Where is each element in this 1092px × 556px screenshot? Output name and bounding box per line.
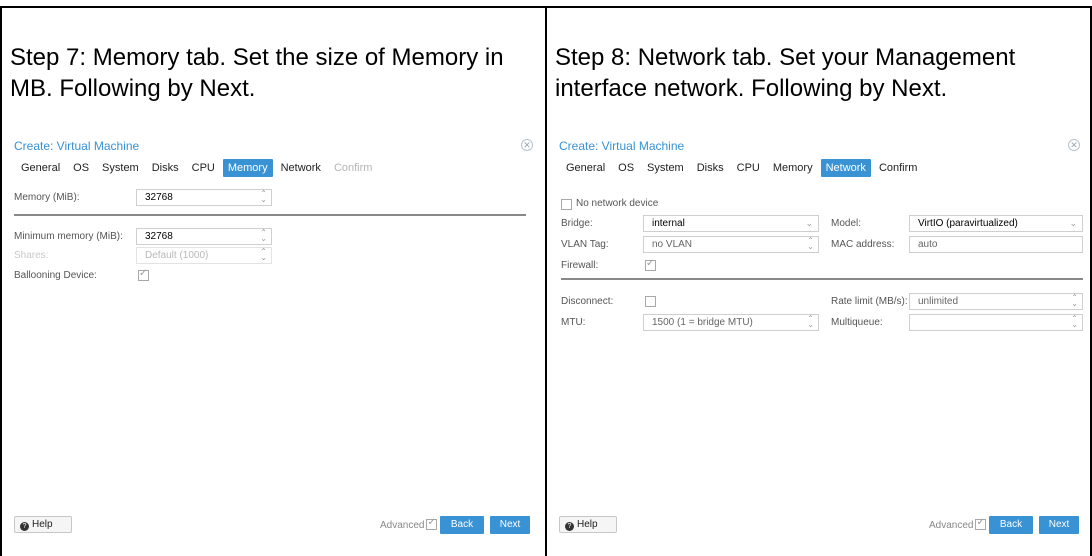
- separator: [561, 278, 1083, 280]
- bridge-select[interactable]: internal ⌄: [643, 215, 819, 232]
- dialog-title: Create: Virtual Machine: [559, 139, 685, 153]
- spinner-icon[interactable]: ⌃ ⌄: [260, 229, 267, 243]
- help-button[interactable]: ? Help: [559, 516, 617, 533]
- separator: [14, 214, 526, 216]
- tab-network[interactable]: Network: [276, 159, 326, 177]
- firewall-checkbox[interactable]: [645, 258, 656, 271]
- spinner-icon[interactable]: ⌃ ⌄: [260, 190, 267, 204]
- network-dialog: Create: Virtual Machine ✕ General OS Sys…: [553, 134, 1085, 538]
- step7-cell: Step 7: Memory tab. Set the size of Memo…: [2, 8, 545, 556]
- dialog-footer: ?Help Advanced Back Next: [8, 512, 538, 538]
- memory-value: 32768: [145, 192, 173, 203]
- advanced-label: Advanced: [380, 520, 425, 531]
- vlan-value: no VLAN: [652, 239, 693, 250]
- back-button[interactable]: Back: [989, 516, 1033, 534]
- tab-memory[interactable]: Memory: [222, 159, 273, 177]
- ballooning-checkbox[interactable]: [138, 268, 149, 281]
- step8-caption: Step 8: Network tab. Set your Management…: [555, 44, 1016, 102]
- min-memory-input[interactable]: 32768 ⌃ ⌄: [136, 228, 272, 245]
- vlan-label: VLAN Tag:: [561, 239, 609, 250]
- help-button[interactable]: ? Help: [14, 516, 72, 533]
- memory-input[interactable]: 32768 ⌃ ⌄: [136, 189, 272, 206]
- model-label: Model:: [831, 218, 862, 229]
- bridge-label: Bridge:: [561, 218, 593, 229]
- step7-caption: Step 7: Memory tab. Set the size of Memo…: [10, 44, 504, 102]
- help-label: Help: [32, 519, 53, 530]
- no-network-label: No network device: [576, 198, 659, 209]
- dialog-title: Create: Virtual Machine: [14, 139, 140, 153]
- tab-network[interactable]: Network: [820, 159, 871, 177]
- model-select[interactable]: VirtIO (paravirtualized) ⌄: [909, 215, 1083, 232]
- rate-value: unlimited: [918, 296, 959, 307]
- no-network-checkbox[interactable]: [561, 199, 572, 210]
- tab-disks[interactable]: Disks: [147, 159, 184, 177]
- close-icon[interactable]: ✕: [1068, 139, 1080, 151]
- advanced-checkbox[interactable]: [426, 517, 438, 530]
- min-memory-value: 32768: [145, 231, 173, 242]
- disconnect-checkbox[interactable]: [645, 296, 656, 307]
- close-icon[interactable]: ✕: [521, 139, 533, 151]
- vlan-input[interactable]: no VLAN ⌃ ⌄: [643, 236, 819, 253]
- dialog-footer: ?Help Advanced Back Next: [553, 512, 1085, 538]
- mac-input[interactable]: auto: [909, 236, 1083, 253]
- tab-cpu[interactable]: CPU: [732, 159, 765, 177]
- tab-os[interactable]: OS: [613, 159, 639, 177]
- next-button[interactable]: Next: [1039, 516, 1079, 534]
- memory-label: Memory (MiB):: [14, 192, 80, 203]
- memory-dialog: Create: Virtual Machine ✕ General OS Sys…: [8, 134, 538, 538]
- advanced-checkbox[interactable]: [975, 517, 987, 530]
- mtu-label: MTU:: [561, 317, 586, 328]
- tab-confirm[interactable]: Confirm: [874, 159, 923, 177]
- model-value: VirtIO (paravirtualized): [918, 218, 1018, 229]
- help-label: Help: [577, 519, 598, 530]
- advanced-label: Advanced: [929, 520, 974, 531]
- step8-cell: Step 8: Network tab. Set your Management…: [547, 8, 1090, 556]
- tab-bar: General OS System Disks CPU Memory Netwo…: [16, 158, 380, 178]
- dropdown-icon[interactable]: ⌄: [805, 218, 813, 229]
- back-button[interactable]: Back: [440, 516, 484, 534]
- bridge-value: internal: [652, 218, 685, 229]
- tab-disks[interactable]: Disks: [692, 159, 729, 177]
- tab-os[interactable]: OS: [68, 159, 94, 177]
- spinner-icon[interactable]: ⌃ ⌄: [807, 315, 814, 329]
- multiqueue-input[interactable]: ⌃ ⌄: [909, 314, 1083, 331]
- shares-label: Shares:: [14, 250, 49, 261]
- rate-label: Rate limit (MB/s):: [831, 296, 908, 307]
- shares-input: Default (1000) ⌃ ⌄: [136, 247, 272, 264]
- tab-system[interactable]: System: [97, 159, 144, 177]
- tab-confirm: Confirm: [333, 162, 373, 174]
- tab-system[interactable]: System: [642, 159, 689, 177]
- disconnect-label: Disconnect:: [561, 296, 614, 307]
- dropdown-icon[interactable]: ⌄: [1069, 218, 1077, 229]
- advanced-toggle[interactable]: Advanced: [380, 517, 438, 531]
- tab-cpu[interactable]: CPU: [187, 159, 220, 177]
- next-button[interactable]: Next: [490, 516, 530, 534]
- mac-label: MAC address:: [831, 239, 895, 250]
- document-table: Step 7: Memory tab. Set the size of Memo…: [0, 0, 1092, 556]
- mtu-value: 1500 (1 = bridge MTU): [652, 317, 753, 328]
- spinner-icon[interactable]: ⌃ ⌄: [1071, 294, 1078, 308]
- shares-placeholder: Default (1000): [145, 250, 209, 261]
- firewall-label: Firewall:: [561, 260, 599, 271]
- mtu-input[interactable]: 1500 (1 = bridge MTU) ⌃ ⌄: [643, 314, 819, 331]
- advanced-toggle[interactable]: Advanced: [929, 517, 987, 531]
- tab-memory[interactable]: Memory: [768, 159, 818, 177]
- mac-value: auto: [918, 239, 938, 250]
- rate-input[interactable]: unlimited ⌃ ⌄: [909, 293, 1083, 310]
- tab-general[interactable]: General: [16, 159, 65, 177]
- spinner-icon[interactable]: ⌃ ⌄: [1071, 315, 1078, 329]
- help-icon: ?: [565, 522, 574, 531]
- tab-general[interactable]: General: [561, 159, 610, 177]
- ballooning-label: Ballooning Device:: [14, 270, 97, 281]
- min-memory-label: Minimum memory (MiB):: [14, 231, 123, 242]
- multiqueue-label: Multiqueue:: [831, 317, 883, 328]
- help-icon: ?: [20, 522, 29, 531]
- spinner-icon: ⌃ ⌄: [260, 247, 267, 262]
- tab-bar: General OS System Disks CPU Memory Netwo…: [561, 158, 925, 178]
- spinner-icon[interactable]: ⌃ ⌄: [807, 237, 814, 251]
